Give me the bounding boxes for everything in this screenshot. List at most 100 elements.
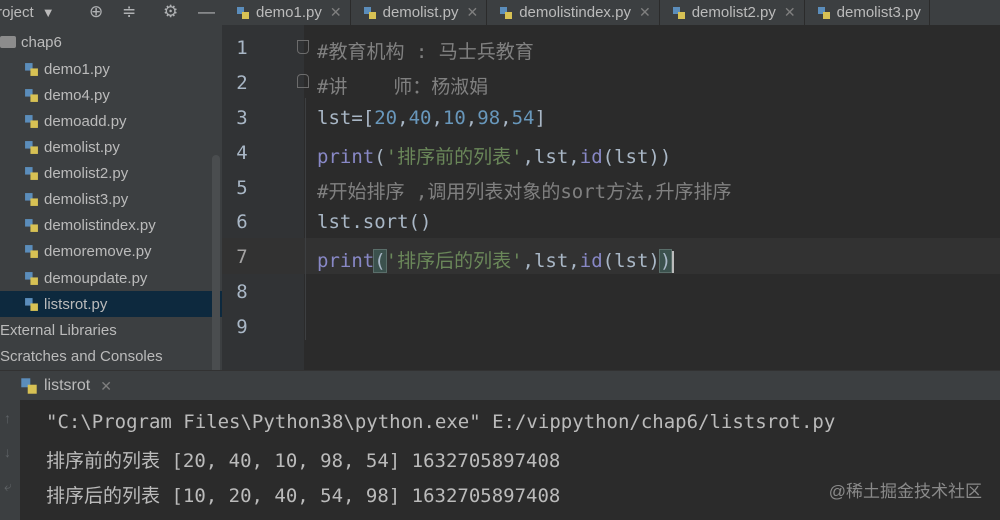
minus-icon[interactable]: —	[198, 2, 215, 22]
number: 20	[374, 107, 398, 129]
tab-demolistindex[interactable]: demolistindex.py ✕	[487, 0, 660, 25]
file-label: demolistindex.py	[44, 216, 156, 234]
tree-item-demolist2[interactable]: demolist2.py	[0, 160, 222, 186]
tree-item-demolistindex[interactable]: demolistindex.py	[0, 212, 222, 238]
tree-item-listsrot[interactable]: listsrot.py	[0, 291, 222, 317]
project-tree: chap6 demo1.py demo4.py demoadd.py demol…	[0, 25, 222, 395]
scratches-label: Scratches and Consoles	[0, 347, 163, 365]
close-icon[interactable]: ✕	[330, 4, 342, 21]
code-line-7: print('排序后的列表',lst,id(lst))	[317, 246, 675, 273]
tree-item-demo1[interactable]: demo1.py	[0, 56, 222, 82]
sidebar-scrollbar[interactable]	[212, 155, 220, 395]
tab-demolist2[interactable]: demolist2.py ✕	[660, 0, 805, 25]
python-file-icon	[25, 114, 38, 128]
target-icon[interactable]: ⊕	[89, 2, 103, 22]
line-number: 4	[236, 142, 248, 164]
external-libraries-label: External Libraries	[0, 321, 117, 339]
file-label: demolist2.py	[44, 164, 129, 182]
folder-icon	[0, 36, 16, 48]
tree-item-demolist3[interactable]: demolist3.py	[0, 186, 222, 212]
python-file-icon	[25, 218, 38, 232]
tab-demolist3[interactable]: demolist3.py	[805, 0, 930, 25]
number: 10	[442, 107, 466, 129]
tree-item-demoremove[interactable]: demoremove.py	[0, 238, 222, 264]
code-line-1: #教育机构 : 马士兵教育	[317, 37, 534, 64]
fold-icon[interactable]	[297, 74, 309, 88]
line-number: 5	[236, 177, 248, 199]
chevron-down-icon[interactable]: ▼	[42, 5, 55, 20]
python-file-icon	[25, 192, 38, 206]
python-file-icon	[500, 6, 513, 19]
tree-scratches[interactable]: Scratches and Consoles	[0, 343, 222, 369]
file-label: demoadd.py	[44, 112, 127, 130]
tab-demo1[interactable]: demo1.py ✕	[224, 0, 351, 25]
matched-paren: )	[658, 249, 673, 273]
number: 98	[477, 107, 501, 129]
string: '排序前的列表'	[385, 146, 523, 168]
file-label: demoupdate.py	[44, 269, 148, 287]
indent-guide	[305, 98, 306, 340]
tree-item-demo4[interactable]: demo4.py	[0, 82, 222, 108]
arrow-down-icon[interactable]: ↓	[4, 444, 11, 460]
tab-label: demolist.py	[382, 4, 459, 21]
identifier: lst.	[317, 211, 363, 233]
folder-label: chap6	[21, 33, 62, 51]
python-file-icon	[25, 244, 38, 258]
builtin: print	[317, 250, 375, 272]
gear-icon[interactable]: ⚙	[163, 2, 178, 22]
code-line-6: lst.sort()	[317, 211, 431, 233]
file-label: demo4.py	[44, 86, 110, 104]
code-line-2: #讲 师：杨淑娟	[317, 72, 488, 99]
tree-item-demolist[interactable]: demolist.py	[0, 134, 222, 160]
method: sort	[362, 211, 409, 233]
tree-folder-chap6[interactable]: chap6	[0, 29, 222, 55]
watermark: @稀土掘金技术社区	[828, 482, 982, 501]
python-file-icon	[25, 62, 38, 76]
identifier: lst	[317, 107, 352, 129]
run-tab-label[interactable]: listsrot	[44, 377, 90, 395]
file-label: demolist.py	[44, 138, 120, 156]
args: ,lst,	[522, 250, 580, 272]
tree-external-libraries[interactable]: External Libraries	[0, 317, 222, 343]
close-icon[interactable]: ✕	[466, 4, 478, 21]
run-toolbar: ↑ ↓ ⤶	[0, 400, 20, 520]
arrow-up-icon[interactable]: ↑	[4, 410, 11, 426]
run-tool-window-header: listsrot ✕	[0, 370, 1000, 401]
comment: #开始排序 ,调用列表对象的sort方法,升序排序	[317, 181, 732, 203]
file-label: demolist3.py	[44, 190, 129, 208]
tree-item-demoupdate[interactable]: demoupdate.py	[0, 265, 222, 291]
args: (lst)	[602, 250, 660, 272]
wrap-icon[interactable]: ⤶	[4, 478, 12, 495]
close-icon[interactable]: ✕	[784, 4, 796, 21]
fold-icon[interactable]	[297, 40, 309, 54]
number: 54	[511, 107, 535, 129]
tab-demolist[interactable]: demolist.py ✕	[351, 0, 488, 25]
line-number: 3	[236, 107, 248, 129]
file-label: listsrot.py	[44, 295, 108, 313]
close-icon[interactable]: ✕	[639, 4, 651, 21]
python-file-icon	[21, 378, 37, 394]
collapse-icon[interactable]: ≑	[122, 2, 136, 22]
text-caret	[672, 250, 675, 273]
builtin: print	[317, 146, 375, 168]
python-file-icon	[25, 88, 38, 102]
console-line: 排序后的列表 [10, 20, 40, 54, 98] 163270589740…	[46, 485, 561, 507]
code-line-5: #开始排序 ,调用列表对象的sort方法,升序排序	[317, 177, 732, 204]
python-file-icon	[672, 6, 685, 19]
builtin: id	[579, 146, 603, 168]
file-label: demoremove.py	[44, 242, 152, 260]
code-line-4: print('排序前的列表',lst,id(lst))	[317, 146, 672, 168]
python-file-icon	[25, 297, 38, 311]
operator: =[	[351, 107, 375, 129]
line-number: 2	[236, 72, 248, 94]
line-number: 8	[236, 281, 248, 303]
line-number: 7	[236, 246, 248, 268]
tree-item-demoadd[interactable]: demoadd.py	[0, 108, 222, 134]
comment: #教育机构 : 马士兵教育	[317, 41, 534, 63]
close-icon[interactable]: ✕	[100, 378, 112, 395]
project-title[interactable]: roject	[0, 4, 34, 21]
line-number: 6	[236, 211, 248, 233]
tab-label: demolistindex.py	[519, 4, 631, 21]
matched-paren: (	[373, 249, 387, 273]
python-file-icon	[25, 166, 38, 180]
